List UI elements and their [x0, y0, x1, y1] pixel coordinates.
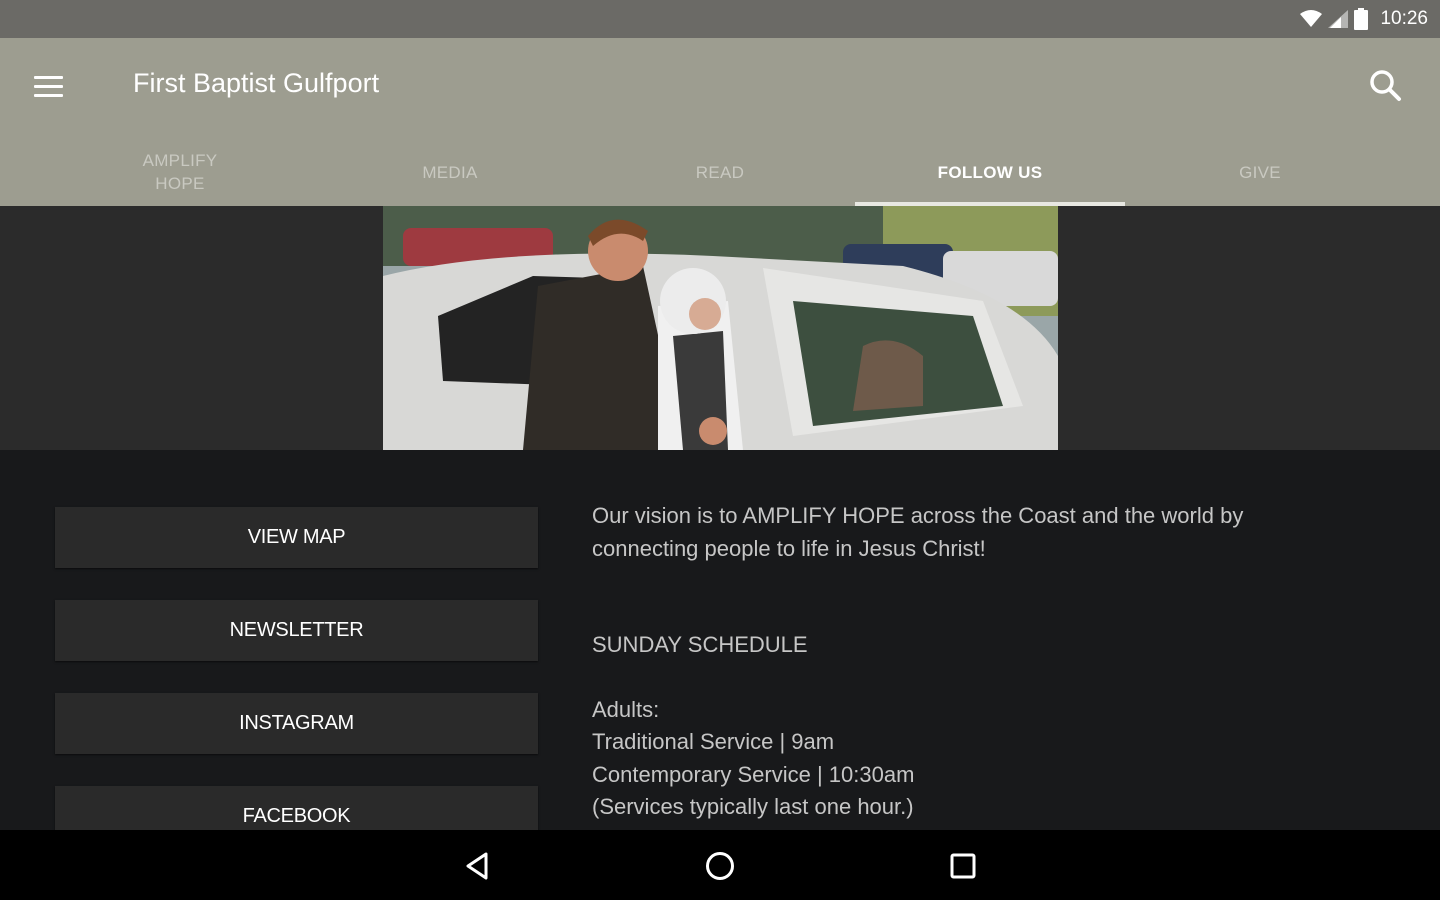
tab-label: FOLLOW US	[937, 162, 1043, 182]
tab-label: GIVE	[1239, 162, 1281, 182]
newsletter-button[interactable]: NEWSLETTER	[55, 600, 538, 661]
home-icon[interactable]	[702, 848, 738, 884]
tab-label: READ	[695, 162, 745, 182]
tab-label: MEDIA	[422, 162, 478, 182]
tab-bar: AMPLIFY HOPE MEDIA READ FOLLOW US GIVE	[45, 138, 1395, 206]
tab-give[interactable]: GIVE	[1125, 138, 1395, 206]
battery-icon	[1354, 8, 1369, 30]
schedule-line: Contemporary Service | 10:30am	[592, 761, 915, 787]
schedule-line: (Services typically last one hour.)	[592, 794, 914, 819]
hero-banner	[0, 206, 1440, 450]
system-nav-bar	[0, 830, 1440, 900]
instagram-button[interactable]: INSTAGRAM	[55, 693, 538, 754]
status-bar: 10:26	[0, 0, 1440, 38]
vision-statement: Our vision is to AMPLIFY HOPE across the…	[592, 503, 1244, 561]
tab-label: AMPLIFY HOPE	[142, 151, 218, 193]
recents-icon[interactable]	[945, 848, 981, 884]
tab-read[interactable]: READ	[585, 138, 855, 206]
wifi-icon	[1300, 10, 1323, 27]
search-icon[interactable]	[1368, 68, 1404, 104]
hero-image	[383, 206, 1058, 450]
app-title: First Baptist Gulfport	[133, 68, 380, 98]
hamburger-menu-icon[interactable]	[34, 70, 74, 102]
facebook-button[interactable]: FACEBOOK	[55, 786, 538, 830]
follow-us-content: VIEW MAP NEWSLETTER INSTAGRAM FACEBOOK O…	[0, 450, 1440, 830]
schedule-heading: SUNDAY SCHEDULE	[592, 632, 808, 657]
church-info: Our vision is to AMPLIFY HOPE across the…	[592, 500, 1352, 824]
app-bar: First Baptist Gulfport AMPLIFY HOPE MEDI…	[0, 38, 1440, 206]
tab-media[interactable]: MEDIA	[315, 138, 585, 206]
tab-follow-us[interactable]: FOLLOW US	[855, 138, 1125, 206]
adults-label: Adults:	[592, 696, 660, 722]
clock: 10:26	[1380, 8, 1428, 29]
signal-icon	[1328, 10, 1349, 28]
back-icon[interactable]	[460, 848, 496, 884]
schedule-line: Traditional Service | 9am	[592, 729, 835, 754]
tab-amplify-hope[interactable]: AMPLIFY HOPE	[45, 138, 315, 206]
view-map-button[interactable]: VIEW MAP	[55, 507, 538, 568]
